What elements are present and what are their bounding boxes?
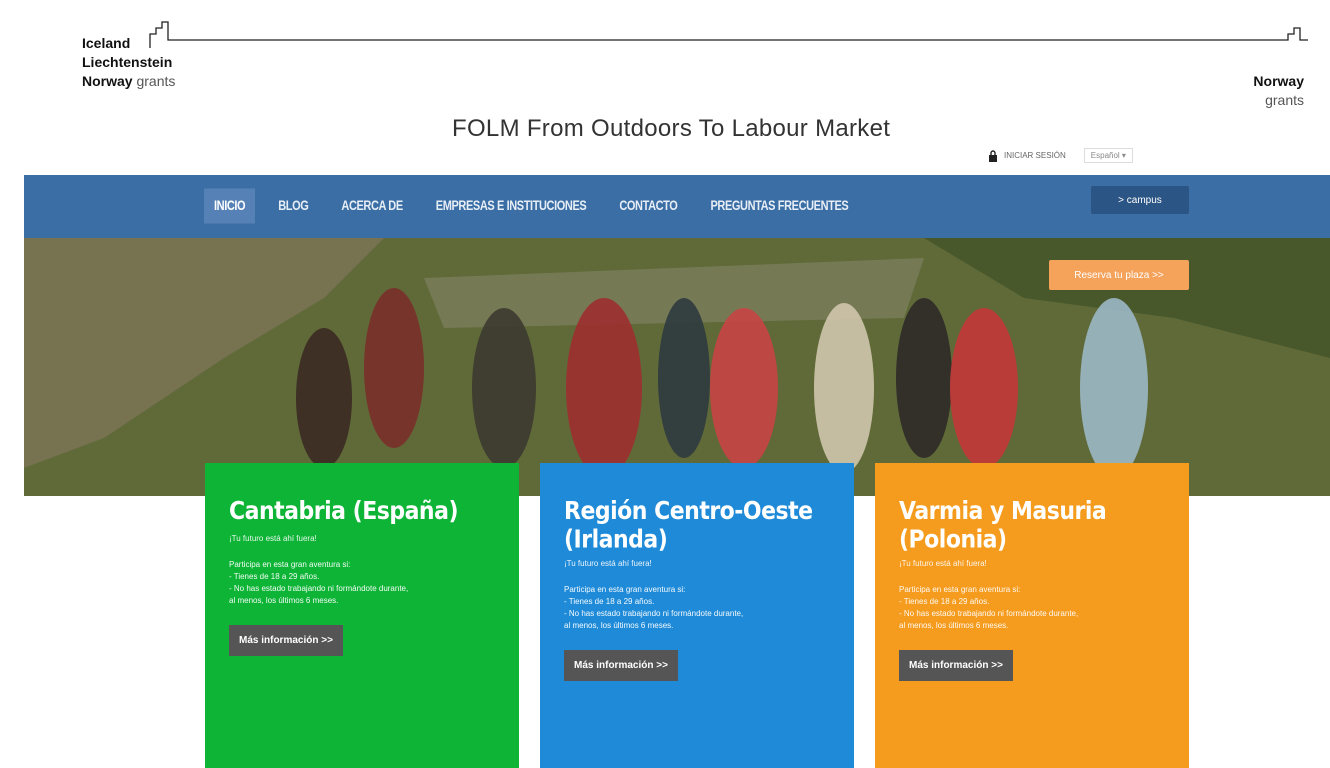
more-info-button[interactable]: Más información >> bbox=[229, 625, 343, 656]
card-body: Participa en esta gran aventura si: - Ti… bbox=[899, 585, 1079, 630]
hero-banner: Reserva tu plaza >> bbox=[24, 238, 1330, 496]
more-info-button[interactable]: Más información >> bbox=[564, 650, 678, 681]
grants-line-icon bbox=[149, 21, 1308, 48]
card-tagline: ¡Tu futuro está ahí fuera! bbox=[229, 534, 317, 543]
card-body: Participa en esta gran aventura si: - Ti… bbox=[229, 560, 409, 605]
login-link[interactable]: INICIAR SESIÓN bbox=[1004, 151, 1066, 160]
logo-line-norway: Norway bbox=[82, 73, 133, 89]
campus-button[interactable]: > campus bbox=[1091, 186, 1189, 214]
nav-item-blog[interactable]: Blog bbox=[268, 189, 318, 224]
nav-item-preguntas[interactable]: Preguntas frecuentes bbox=[700, 189, 858, 224]
reserve-spot-button[interactable]: Reserva tu plaza >> bbox=[1049, 260, 1189, 290]
card-tagline: ¡Tu futuro está ahí fuera! bbox=[564, 559, 652, 568]
language-select[interactable]: Español ▾ bbox=[1083, 148, 1133, 163]
region-card-polonia: Varmia y Masuria (Polonia) ¡Tu futuro es… bbox=[875, 463, 1189, 768]
logo-grants: grants bbox=[1265, 92, 1304, 108]
card-title: Varmia y Masuria (Polonia) bbox=[899, 497, 1107, 555]
logo-norway: Norway bbox=[1253, 73, 1304, 89]
nav-item-contacto[interactable]: Contacto bbox=[609, 189, 687, 224]
card-title: Cantabria (España) bbox=[229, 497, 459, 526]
main-navbar: Inicio Blog Acerca de Empresas e institu… bbox=[24, 175, 1330, 238]
nav-item-inicio[interactable]: Inicio bbox=[204, 188, 256, 224]
site-title: FOLM From Outdoors To Labour Market bbox=[452, 115, 891, 142]
utility-bar: INICIAR SESIÓN Español ▾ bbox=[988, 148, 1133, 163]
region-card-cantabria: Cantabria (España) ¡Tu futuro está ahí f… bbox=[205, 463, 519, 768]
lock-icon bbox=[989, 149, 997, 162]
logo-line-grants: grants bbox=[136, 73, 176, 89]
card-title: Región Centro-Oeste (Irlanda) bbox=[564, 497, 813, 555]
nav-item-empresas[interactable]: Empresas e instituciones bbox=[426, 189, 597, 224]
card-tagline: ¡Tu futuro está ahí fuera! bbox=[899, 559, 987, 568]
nav-item-acerca-de[interactable]: Acerca de bbox=[331, 189, 412, 224]
card-body: Participa en esta gran aventura si: - Ti… bbox=[564, 585, 744, 630]
more-info-button[interactable]: Más información >> bbox=[899, 650, 1013, 681]
region-card-irlanda: Región Centro-Oeste (Irlanda) ¡Tu futuro… bbox=[540, 463, 854, 768]
nav-menu: Inicio Blog Acerca de Empresas e institu… bbox=[204, 188, 871, 224]
norway-grants-logo: Norway grants bbox=[1253, 72, 1304, 110]
